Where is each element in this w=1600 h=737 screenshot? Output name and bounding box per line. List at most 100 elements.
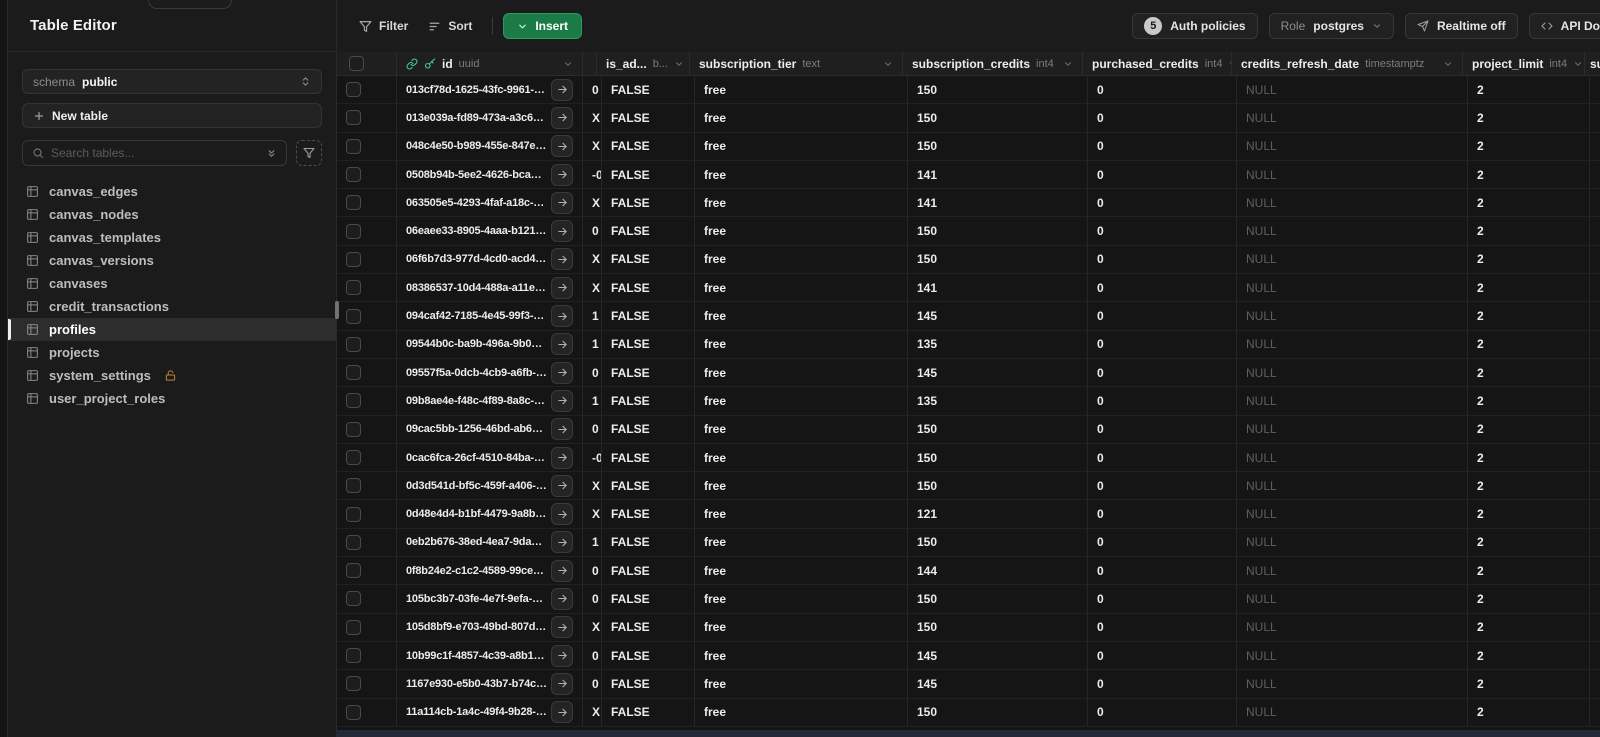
cell-credits-refresh-date[interactable]: NULL bbox=[1237, 698, 1468, 726]
cell-credits-refresh-date[interactable]: NULL bbox=[1237, 670, 1468, 698]
cell-id[interactable]: 10b99c1f-4857-4c39-a8b1-263b8... bbox=[397, 641, 583, 670]
cell-overflow[interactable]: NU bbox=[1590, 387, 1600, 414]
cell-purchased-credits[interactable]: 0 bbox=[1088, 358, 1237, 387]
cell-subscription-credits[interactable]: 150 bbox=[908, 132, 1088, 160]
table-row[interactable]: 1167e930-e5b0-43b7-b74c-788c9... 0 FALSE bbox=[337, 670, 1600, 699]
cell-id[interactable]: 0d3d541d-bf5c-459f-a406-16b93... bbox=[397, 472, 583, 500]
column-header-id[interactable]: id uuid bbox=[397, 52, 583, 75]
table-row[interactable]: 105d8bf9-e703-49bd-807d-645e... X FALSE bbox=[337, 613, 1600, 642]
expand-row-button[interactable] bbox=[551, 672, 573, 695]
cell-subscription-credits[interactable]: 135 bbox=[908, 387, 1088, 415]
cell-clipped[interactable]: 0 bbox=[583, 358, 602, 387]
table-row[interactable]: 06eaee33-8905-4aaa-b121-ab552... 0 FALSE bbox=[337, 217, 1600, 246]
row-checkbox[interactable] bbox=[346, 393, 361, 409]
chevron-down-icon[interactable] bbox=[1063, 59, 1073, 69]
row-checkbox[interactable] bbox=[346, 251, 361, 267]
cell-credits-refresh-date[interactable]: NULL bbox=[1237, 217, 1468, 245]
chevron-down-icon[interactable] bbox=[883, 59, 893, 69]
table-row[interactable]: 06f6b7d3-977d-4cd0-acd4-4a78... X FALSE bbox=[337, 245, 1600, 275]
column-header-clipped[interactable] bbox=[583, 52, 597, 75]
cell-project-limit[interactable]: 2 bbox=[1468, 500, 1590, 528]
cell-subscription-credits[interactable]: 150 bbox=[908, 245, 1088, 274]
table-row[interactable]: 0d48e4d4-b1bf-4479-9a8b-4a4b... X FALSE bbox=[337, 500, 1600, 529]
cell-credits-refresh-date[interactable]: NULL bbox=[1237, 274, 1468, 302]
cell-overflow[interactable]: NU bbox=[1590, 642, 1600, 669]
cell-subscription-tier[interactable]: free bbox=[695, 189, 908, 217]
search-tables-input[interactable] bbox=[51, 146, 259, 160]
expand-row-button[interactable] bbox=[551, 418, 573, 441]
cell-subscription-tier[interactable]: free bbox=[695, 76, 908, 104]
sidebar-item-table[interactable]: system_settings bbox=[8, 364, 336, 387]
cell-subscription-tier[interactable]: free bbox=[695, 528, 908, 557]
cell-overflow[interactable]: NU bbox=[1590, 585, 1600, 612]
sidebar-item-table[interactable]: credit_transactions bbox=[8, 295, 336, 318]
search-tables-box[interactable] bbox=[22, 140, 287, 166]
expand-row-button[interactable] bbox=[551, 503, 573, 526]
cell-purchased-credits[interactable]: 0 bbox=[1088, 443, 1237, 472]
expand-row-button[interactable] bbox=[551, 446, 573, 469]
sidebar-item-table[interactable]: canvas_templates bbox=[8, 226, 336, 249]
cell-purchased-credits[interactable]: 0 bbox=[1088, 132, 1237, 160]
table-row[interactable]: 013e039a-fd89-473a-a3c6-ccfa9... X FALSE bbox=[337, 104, 1600, 133]
cell-project-limit[interactable]: 2 bbox=[1468, 698, 1590, 726]
cell-clipped[interactable]: 0 bbox=[583, 217, 602, 245]
table-row[interactable]: 0f8b24e2-c1c2-4589-99ce-2c52d... 0 FALSE bbox=[337, 557, 1600, 586]
insert-button[interactable]: Insert bbox=[503, 13, 583, 39]
cell-project-limit[interactable]: 2 bbox=[1468, 557, 1590, 585]
cell-overflow[interactable]: NU bbox=[1590, 444, 1600, 471]
cell-id[interactable]: 06eaee33-8905-4aaa-b121-ab552... bbox=[397, 217, 583, 245]
cell-subscription-credits[interactable]: 145 bbox=[908, 641, 1088, 670]
cell-is-admin[interactable]: FALSE bbox=[602, 217, 695, 245]
cell-subscription-credits[interactable]: 150 bbox=[908, 472, 1088, 500]
cell-project-limit[interactable]: 2 bbox=[1468, 104, 1590, 132]
cell-is-admin[interactable]: FALSE bbox=[602, 76, 695, 104]
sidebar-item-table[interactable]: canvases bbox=[8, 272, 336, 295]
table-row[interactable]: 0d3d541d-bf5c-459f-a406-16b93... X FALSE bbox=[337, 472, 1600, 501]
cell-purchased-credits[interactable]: 0 bbox=[1088, 557, 1237, 585]
cell-credits-refresh-date[interactable]: NULL bbox=[1237, 387, 1468, 415]
cell-subscription-tier[interactable]: free bbox=[695, 245, 908, 274]
cell-clipped[interactable]: X bbox=[583, 132, 602, 160]
cell-is-admin[interactable]: FALSE bbox=[602, 443, 695, 472]
row-checkbox[interactable] bbox=[346, 619, 361, 635]
expand-row-button[interactable] bbox=[551, 305, 573, 328]
cell-clipped[interactable]: 1 bbox=[583, 302, 602, 330]
row-checkbox[interactable] bbox=[346, 648, 361, 664]
cell-credits-refresh-date[interactable]: NULL bbox=[1237, 585, 1468, 613]
sidebar-item-table[interactable]: canvas_nodes bbox=[8, 203, 336, 226]
table-row[interactable]: 0508b94b-5ee2-4626-bca1-4bca... -0 FALSE bbox=[337, 160, 1600, 190]
expand-row-button[interactable] bbox=[551, 163, 573, 186]
cell-subscription-tier[interactable]: free bbox=[695, 132, 908, 160]
cell-is-admin[interactable]: FALSE bbox=[602, 132, 695, 160]
row-checkbox[interactable] bbox=[346, 450, 361, 465]
cell-purchased-credits[interactable]: 0 bbox=[1088, 245, 1237, 274]
table-row[interactable]: 048c4e50-b989-455e-847e-fb2f... X FALSE bbox=[337, 132, 1600, 161]
column-header-purchased-credits[interactable]: purchased_credits int4 bbox=[1083, 52, 1232, 75]
cell-credits-refresh-date[interactable]: NULL bbox=[1237, 472, 1468, 500]
cell-overflow[interactable]: NU bbox=[1590, 472, 1600, 499]
table-row[interactable]: 013cf78d-1625-43fc-9961-442189... 0 FALS… bbox=[337, 76, 1600, 105]
cell-id[interactable]: 1167e930-e5b0-43b7-b74c-788c9... bbox=[397, 670, 583, 698]
new-table-button[interactable]: New table bbox=[22, 103, 322, 128]
row-checkbox[interactable] bbox=[346, 676, 361, 692]
cell-project-limit[interactable]: 2 bbox=[1468, 443, 1590, 472]
cell-purchased-credits[interactable]: 0 bbox=[1088, 500, 1237, 528]
cell-id[interactable]: 0d48e4d4-b1bf-4479-9a8b-4a4b... bbox=[397, 500, 583, 528]
column-header-project-limit[interactable]: project_limit int4 bbox=[1463, 52, 1585, 75]
column-header-subscription-credits[interactable]: subscription_credits int4 bbox=[903, 52, 1083, 75]
cell-id[interactable]: 0508b94b-5ee2-4626-bca1-4bca... bbox=[397, 160, 583, 189]
row-checkbox[interactable] bbox=[346, 223, 361, 239]
cell-id[interactable]: 105bc3b7-03fe-4e7f-9efa-21bb40... bbox=[397, 585, 583, 613]
row-checkbox[interactable] bbox=[346, 110, 361, 126]
cell-overflow[interactable]: NU bbox=[1590, 331, 1600, 358]
cell-purchased-credits[interactable]: 0 bbox=[1088, 274, 1237, 302]
cell-subscription-tier[interactable]: free bbox=[695, 472, 908, 500]
cell-purchased-credits[interactable]: 0 bbox=[1088, 76, 1237, 104]
cell-subscription-tier[interactable]: free bbox=[695, 500, 908, 528]
cell-project-limit[interactable]: 2 bbox=[1468, 358, 1590, 387]
cell-clipped[interactable]: -0 bbox=[583, 160, 602, 189]
cell-credits-refresh-date[interactable]: NULL bbox=[1237, 76, 1468, 104]
cell-is-admin[interactable]: FALSE bbox=[602, 500, 695, 528]
cell-subscription-tier[interactable]: free bbox=[695, 217, 908, 245]
cell-id[interactable]: 09544b0c-ba9b-496a-9b09-244... bbox=[397, 330, 583, 358]
